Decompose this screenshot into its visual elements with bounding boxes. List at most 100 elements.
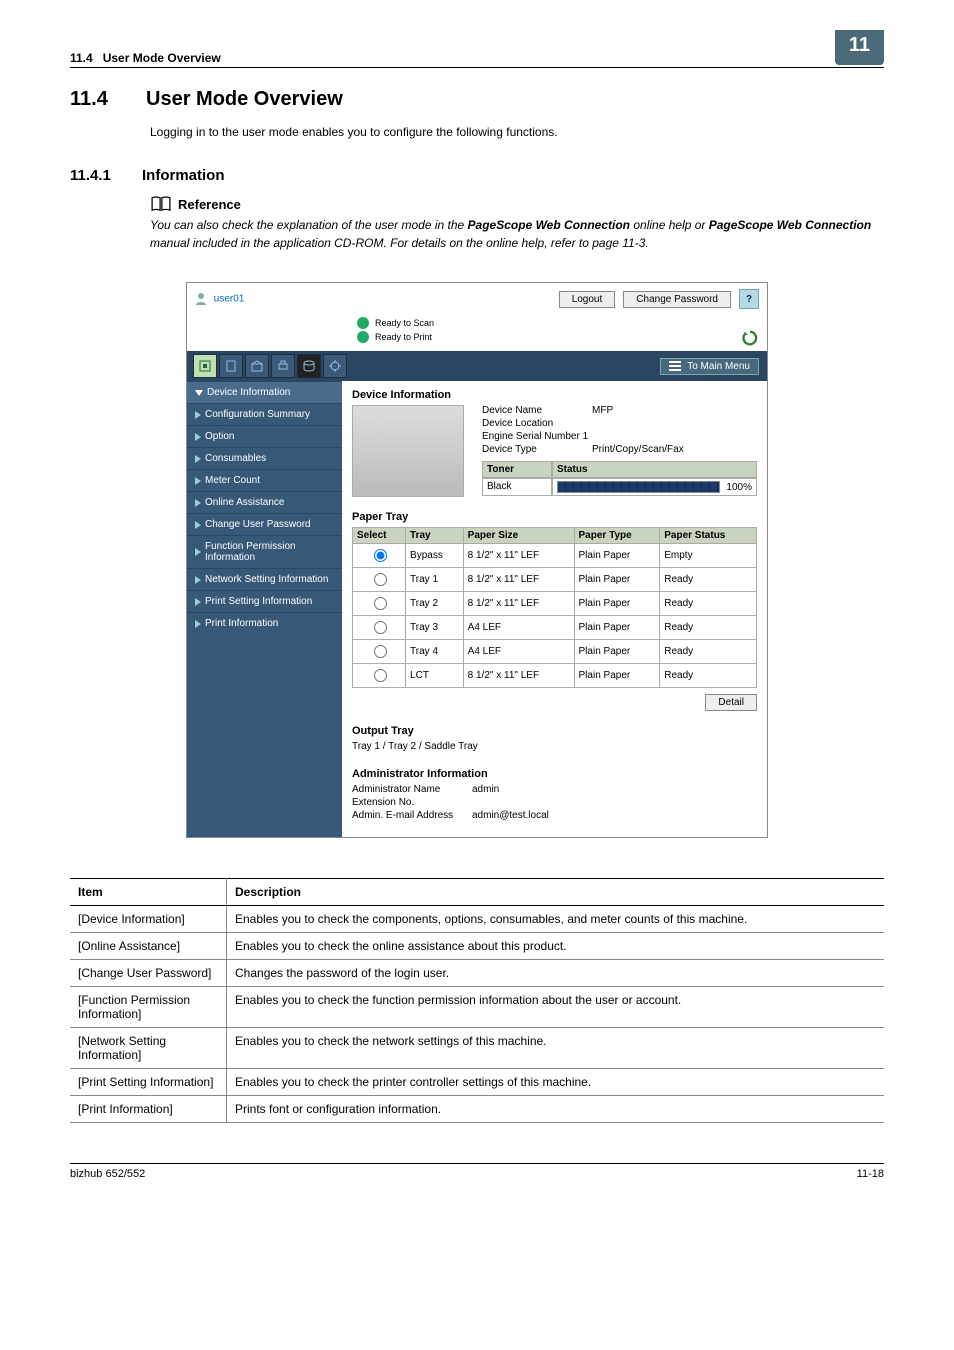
- toner-black-label: Black: [482, 478, 552, 496]
- triangle-right-icon: [195, 620, 201, 628]
- table-row: [Print Information]Prints font or config…: [70, 1096, 884, 1123]
- intro-paragraph: Logging in to the user mode enables you …: [150, 123, 884, 141]
- table-cell: Plain Paper: [574, 592, 660, 616]
- tab-customize-icon[interactable]: [323, 354, 347, 378]
- header-section-title: User Mode Overview: [103, 51, 221, 65]
- h2-title: Information: [142, 167, 225, 184]
- triangle-right-icon: [195, 598, 201, 606]
- sidebar-item-consumables[interactable]: Consumables: [187, 447, 342, 469]
- dev-name-label: Device Name: [482, 405, 592, 416]
- sidebar-item-function-permission[interactable]: Function Permission Information: [187, 535, 342, 568]
- table-row: [Print Setting Information]Enables you t…: [70, 1069, 884, 1096]
- sidebar-item-label: Network Setting Information: [205, 574, 328, 585]
- table-row: LCT8 1/2" x 11" LEFPlain PaperReady: [353, 664, 757, 688]
- triangle-right-icon: [195, 576, 201, 584]
- table-row: Bypass8 1/2" x 11" LEFPlain PaperEmpty: [353, 544, 757, 568]
- h2: 11.4.1 Information: [70, 167, 884, 184]
- refresh-icon[interactable]: [741, 329, 759, 347]
- desc-item: [Print Information]: [70, 1096, 227, 1123]
- detail-button[interactable]: Detail: [705, 694, 757, 711]
- triangle-right-icon: [195, 411, 201, 419]
- triangle-right-icon: [195, 521, 201, 529]
- sidebar-item-config-summary[interactable]: Configuration Summary: [187, 403, 342, 425]
- table-cell: Ready: [660, 640, 757, 664]
- content-pane: Device Information Device NameMFP Device…: [342, 381, 767, 837]
- reference-bold-2: PageScope Web Connection: [709, 218, 871, 232]
- reference-text-part: You can also check the explanation of th…: [150, 218, 468, 232]
- tab-information-icon[interactable]: [193, 354, 217, 378]
- table-cell: Ready: [660, 616, 757, 640]
- table-cell: A4 LEF: [463, 616, 574, 640]
- admin-ext-label: Extension No.: [352, 797, 472, 808]
- toner-table: Toner Status Black 100%: [482, 461, 757, 496]
- table-cell: 8 1/2" x 11" LEF: [463, 568, 574, 592]
- toner-percent: 100%: [726, 482, 752, 493]
- table-cell: 8 1/2" x 11" LEF: [463, 544, 574, 568]
- sidebar-item-meter-count[interactable]: Meter Count: [187, 469, 342, 491]
- sidebar-item-print-setting[interactable]: Print Setting Information: [187, 590, 342, 612]
- triangle-right-icon: [195, 499, 201, 507]
- tray-select-radio[interactable]: [374, 573, 387, 586]
- sidebar-item-label: Meter Count: [205, 475, 260, 486]
- sidebar-item-label: Option: [205, 431, 234, 442]
- sidebar-item-label: Function Permission Information: [205, 541, 334, 563]
- desc-item: [Device Information]: [70, 906, 227, 933]
- sidebar-item-change-user-password[interactable]: Change User Password: [187, 513, 342, 535]
- table-row: [Change User Password]Changes the passwo…: [70, 960, 884, 987]
- tray-select-radio[interactable]: [374, 645, 387, 658]
- desc-text: Enables you to check the printer control…: [227, 1069, 885, 1096]
- paper-tray-col-header: Paper Size: [463, 528, 574, 544]
- sidebar-item-print-information[interactable]: Print Information: [187, 612, 342, 634]
- user-block: user01: [195, 292, 244, 306]
- to-main-menu-label: To Main Menu: [687, 361, 750, 372]
- sidebar-item-device-information[interactable]: Device Information: [187, 381, 342, 403]
- help-button[interactable]: ?: [739, 289, 759, 309]
- paper-tray-title: Paper Tray: [352, 511, 757, 523]
- tab-job-icon[interactable]: [219, 354, 243, 378]
- menu-list-icon: [669, 361, 681, 371]
- admin-info-title: Administrator Information: [352, 768, 757, 780]
- to-main-menu-button[interactable]: To Main Menu: [660, 358, 759, 375]
- table-row: [Online Assistance]Enables you to check …: [70, 933, 884, 960]
- header-section-no: 11.4: [70, 51, 93, 65]
- printer-status-icon: [357, 331, 369, 343]
- sidebar-item-label: Change User Password: [205, 519, 311, 530]
- triangle-down-icon: [195, 390, 203, 396]
- table-cell: Plain Paper: [574, 664, 660, 688]
- web-ui-screenshot: user01 Logout Change Password ? Ready to…: [186, 282, 768, 838]
- table-cell: LCT: [406, 664, 464, 688]
- admin-name-value: admin: [472, 784, 499, 795]
- footer-page-no: 11-18: [857, 1168, 884, 1180]
- status-print-text: Ready to Print: [375, 332, 432, 342]
- table-cell: Plain Paper: [574, 616, 660, 640]
- user-icon: [195, 292, 207, 306]
- tray-select-radio[interactable]: [374, 597, 387, 610]
- table-row: [Network Setting Information]Enables you…: [70, 1028, 884, 1069]
- username-link[interactable]: user01: [214, 294, 245, 305]
- table-cell: Plain Paper: [574, 640, 660, 664]
- table-cell: Bypass: [406, 544, 464, 568]
- table-row: [Device Information]Enables you to check…: [70, 906, 884, 933]
- sidebar-item-online-assistance[interactable]: Online Assistance: [187, 491, 342, 513]
- tab-box-icon[interactable]: [245, 354, 269, 378]
- tab-storage-icon[interactable]: [297, 354, 321, 378]
- reference-label: Reference: [178, 197, 241, 212]
- admin-mail-value: admin@test.local: [472, 810, 549, 821]
- tray-select-radio[interactable]: [374, 549, 387, 562]
- sidebar-item-network-setting[interactable]: Network Setting Information: [187, 568, 342, 590]
- tray-select-radio[interactable]: [374, 621, 387, 634]
- sidebar-item-option[interactable]: Option: [187, 425, 342, 447]
- logout-button[interactable]: Logout: [559, 291, 616, 308]
- page-header: 11.4 User Mode Overview 11: [70, 50, 884, 68]
- item-description-table: Item Description [Device Information]Ena…: [70, 878, 884, 1123]
- sidebar-item-label: Online Assistance: [205, 497, 285, 508]
- dev-type-value: Print/Copy/Scan/Fax: [592, 444, 684, 455]
- change-password-button[interactable]: Change Password: [623, 291, 731, 308]
- paper-tray-col-header: Tray: [406, 528, 464, 544]
- table-cell: Tray 2: [406, 592, 464, 616]
- table-row: Tray 28 1/2" x 11" LEFPlain PaperReady: [353, 592, 757, 616]
- tray-select-radio[interactable]: [374, 669, 387, 682]
- table-cell: Ready: [660, 568, 757, 592]
- table-row: Tray 4A4 LEFPlain PaperReady: [353, 640, 757, 664]
- tab-print-icon[interactable]: [271, 354, 295, 378]
